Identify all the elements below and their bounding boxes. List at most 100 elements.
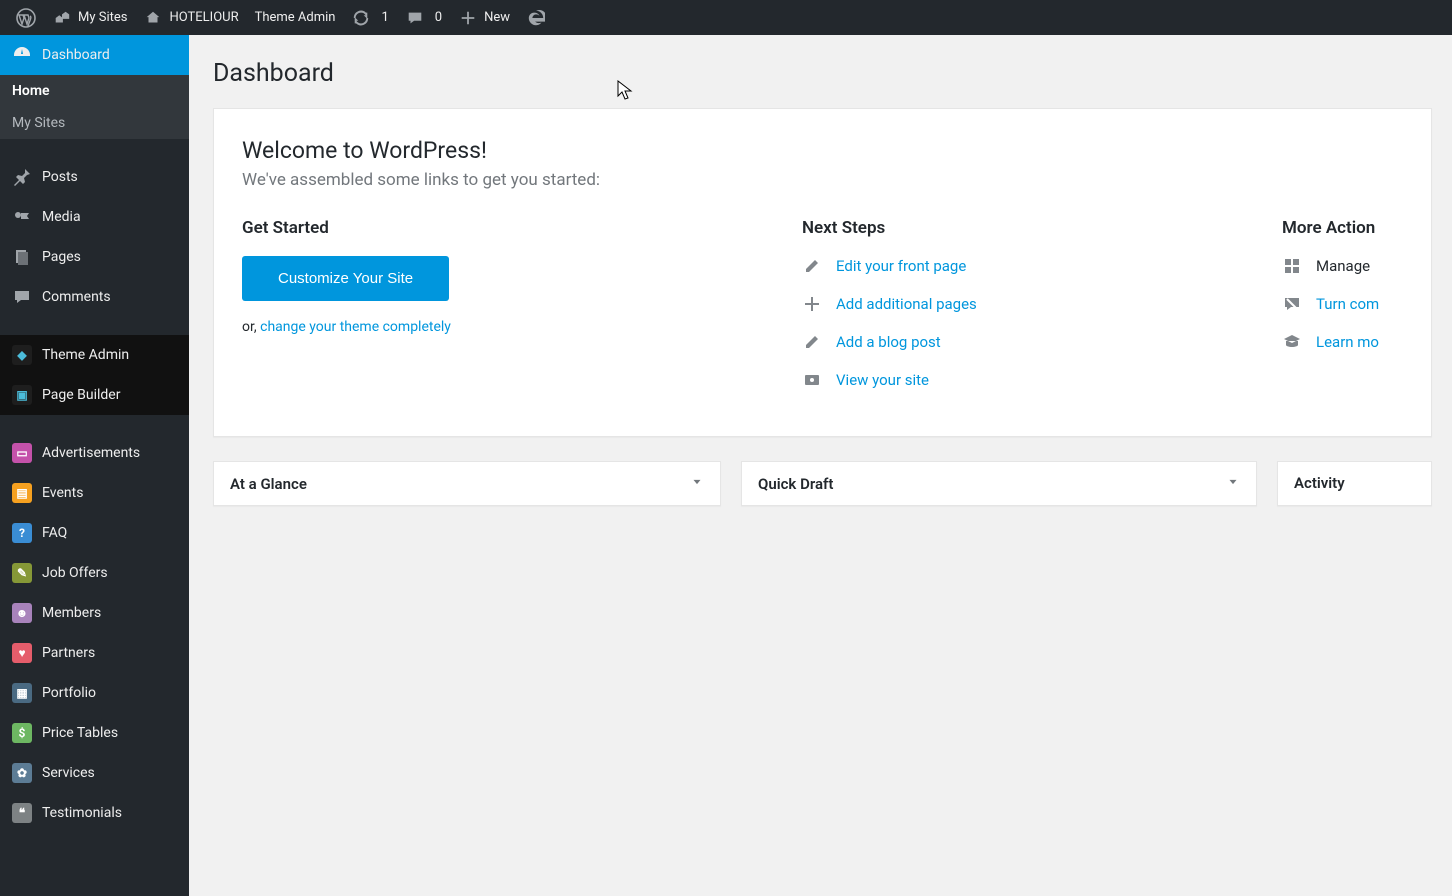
comments-link[interactable]: 0 [397,0,450,35]
site-name-label: HOTELIOUR [169,10,238,25]
sidebar-item-page-builder[interactable]: ▣ Page Builder [0,375,189,415]
activity-title: Activity [1294,474,1345,492]
edge-link[interactable] [518,0,554,35]
sidebar-item-label: Partners [42,645,95,661]
comments-icon [12,287,32,307]
comment-icon [405,8,425,28]
updates-link[interactable]: 1 [343,0,396,35]
job-icon: ✎ [12,563,32,583]
sidebar-item-label: Advertisements [42,445,140,461]
sidebar-item-label: Testimonials [42,805,122,821]
activity-panel: Activity [1277,461,1432,506]
sidebar-item-comments[interactable]: Comments [0,277,189,317]
sidebar-item-label: Job Offers [42,565,108,581]
sidebar-item-label: Portfolio [42,685,96,701]
sidebar-item-events[interactable]: ▤Events [0,473,189,513]
page-builder-icon: ▣ [12,385,32,405]
sidebar-item-label: Pages [42,249,81,265]
dashboard-icon [12,45,32,65]
sidebar-item-portfolio[interactable]: ▦Portfolio [0,673,189,713]
add-pages-link[interactable]: Add additional pages [836,295,977,313]
comments-off-icon [1282,294,1302,314]
sidebar-item-media[interactable]: Media [0,197,189,237]
theme-admin-link[interactable]: Theme Admin [247,0,344,35]
sidebar-item-job-offers[interactable]: ✎ Job Offers [0,553,189,593]
sidebar-item-label: Page Builder [42,387,120,403]
partners-icon: ♥ [12,643,32,663]
site-name-link[interactable]: HOTELIOUR [135,0,246,35]
sidebar-item-members[interactable]: ☻Members [0,593,189,633]
theme-admin-icon: ◆ [12,345,32,365]
widgets-icon [1282,256,1302,276]
sidebar-item-posts[interactable]: Posts [0,157,189,197]
sidebar-item-dashboard[interactable]: Dashboard [0,35,189,75]
new-content-link[interactable]: New [450,0,518,35]
sidebar-item-theme-admin[interactable]: ◆ Theme Admin [0,335,189,375]
more-actions-column: More Action Manage Turn com Learn mo [1282,218,1403,408]
change-theme-line: or, change your theme completely [242,319,762,335]
edit-front-page-link[interactable]: Edit your front page [836,257,966,275]
next-steps-column: Next Steps Edit your front page Add addi… [802,218,1242,408]
home-icon [143,8,163,28]
pin-icon [12,167,32,187]
customize-site-button[interactable]: Customize Your Site [242,256,449,301]
view-site-link[interactable]: View your site [836,371,929,389]
sidebar-item-partners[interactable]: ♥ Partners [0,633,189,673]
sidebar-item-label: Posts [42,169,78,185]
theme-admin-label: Theme Admin [255,10,336,25]
sidebar-separator [0,415,189,433]
sidebar-item-label: FAQ [42,525,67,541]
at-a-glance-title: At a Glance [230,475,307,493]
activity-header[interactable]: Activity [1278,462,1431,504]
edit-icon [802,256,822,276]
update-icon [351,8,371,28]
more-actions-title: More Action [1282,218,1403,238]
quick-draft-title: Quick Draft [758,475,833,493]
get-started-column: Get Started Customize Your Site or, chan… [242,218,762,408]
sidebar-item-advertisements[interactable]: ▭ Advertisements [0,433,189,473]
my-sites-label: My Sites [78,10,127,25]
wp-logo-link[interactable] [8,0,44,35]
members-icon: ☻ [12,603,32,623]
learn-more-link[interactable]: Learn mo [1316,333,1379,351]
media-icon [12,207,32,227]
sidebar-item-label: Media [42,209,81,225]
sidebar-separator [0,139,189,157]
sidebar-item-label: Services [42,765,95,781]
chevron-down-icon [1226,474,1240,493]
get-started-title: Get Started [242,218,762,238]
ads-icon: ▭ [12,443,32,463]
sidebar-submenu-dashboard: Home My Sites [0,75,189,139]
manage-link[interactable]: Manage [1316,257,1370,275]
next-steps-title: Next Steps [802,218,1242,238]
my-sites-link[interactable]: My Sites [44,0,135,35]
sidebar-subitem-home[interactable]: Home [0,75,189,107]
edge-icon [526,8,546,28]
sidebar-item-label: Theme Admin [42,347,129,363]
price-icon: $ [12,723,32,743]
admin-toolbar: My Sites HOTELIOUR Theme Admin 1 0 New [0,0,1452,35]
change-theme-link[interactable]: change your theme completely [260,319,451,335]
sidebar-item-price-tables[interactable]: $Price Tables [0,713,189,753]
plus-icon [458,8,478,28]
sidebar-item-pages[interactable]: Pages [0,237,189,277]
sidebar-subitem-my-sites[interactable]: My Sites [0,107,189,139]
testimonials-icon: ❝ [12,803,32,823]
page-title: Dashboard [213,59,1432,88]
sidebar-item-testimonials[interactable]: ❝ Testimonials [0,793,189,833]
add-blog-post-link[interactable]: Add a blog post [836,333,941,351]
wordpress-icon [16,8,36,28]
comments-count: 0 [435,10,442,25]
updates-count: 1 [381,10,388,25]
at-a-glance-header[interactable]: At a Glance [214,462,720,505]
turn-comments-link[interactable]: Turn com [1316,295,1379,313]
sidebar-item-label: Dashboard [42,47,110,63]
quick-draft-panel: Quick Draft [741,461,1257,506]
welcome-about: We've assembled some links to get you st… [242,170,1403,190]
quick-draft-header[interactable]: Quick Draft [742,462,1256,505]
sidebar-item-faq[interactable]: ?FAQ [0,513,189,553]
services-icon: ✿ [12,763,32,783]
sidebar-item-services[interactable]: ✿ Services [0,753,189,793]
write-icon [802,332,822,352]
chevron-down-icon [690,474,704,493]
